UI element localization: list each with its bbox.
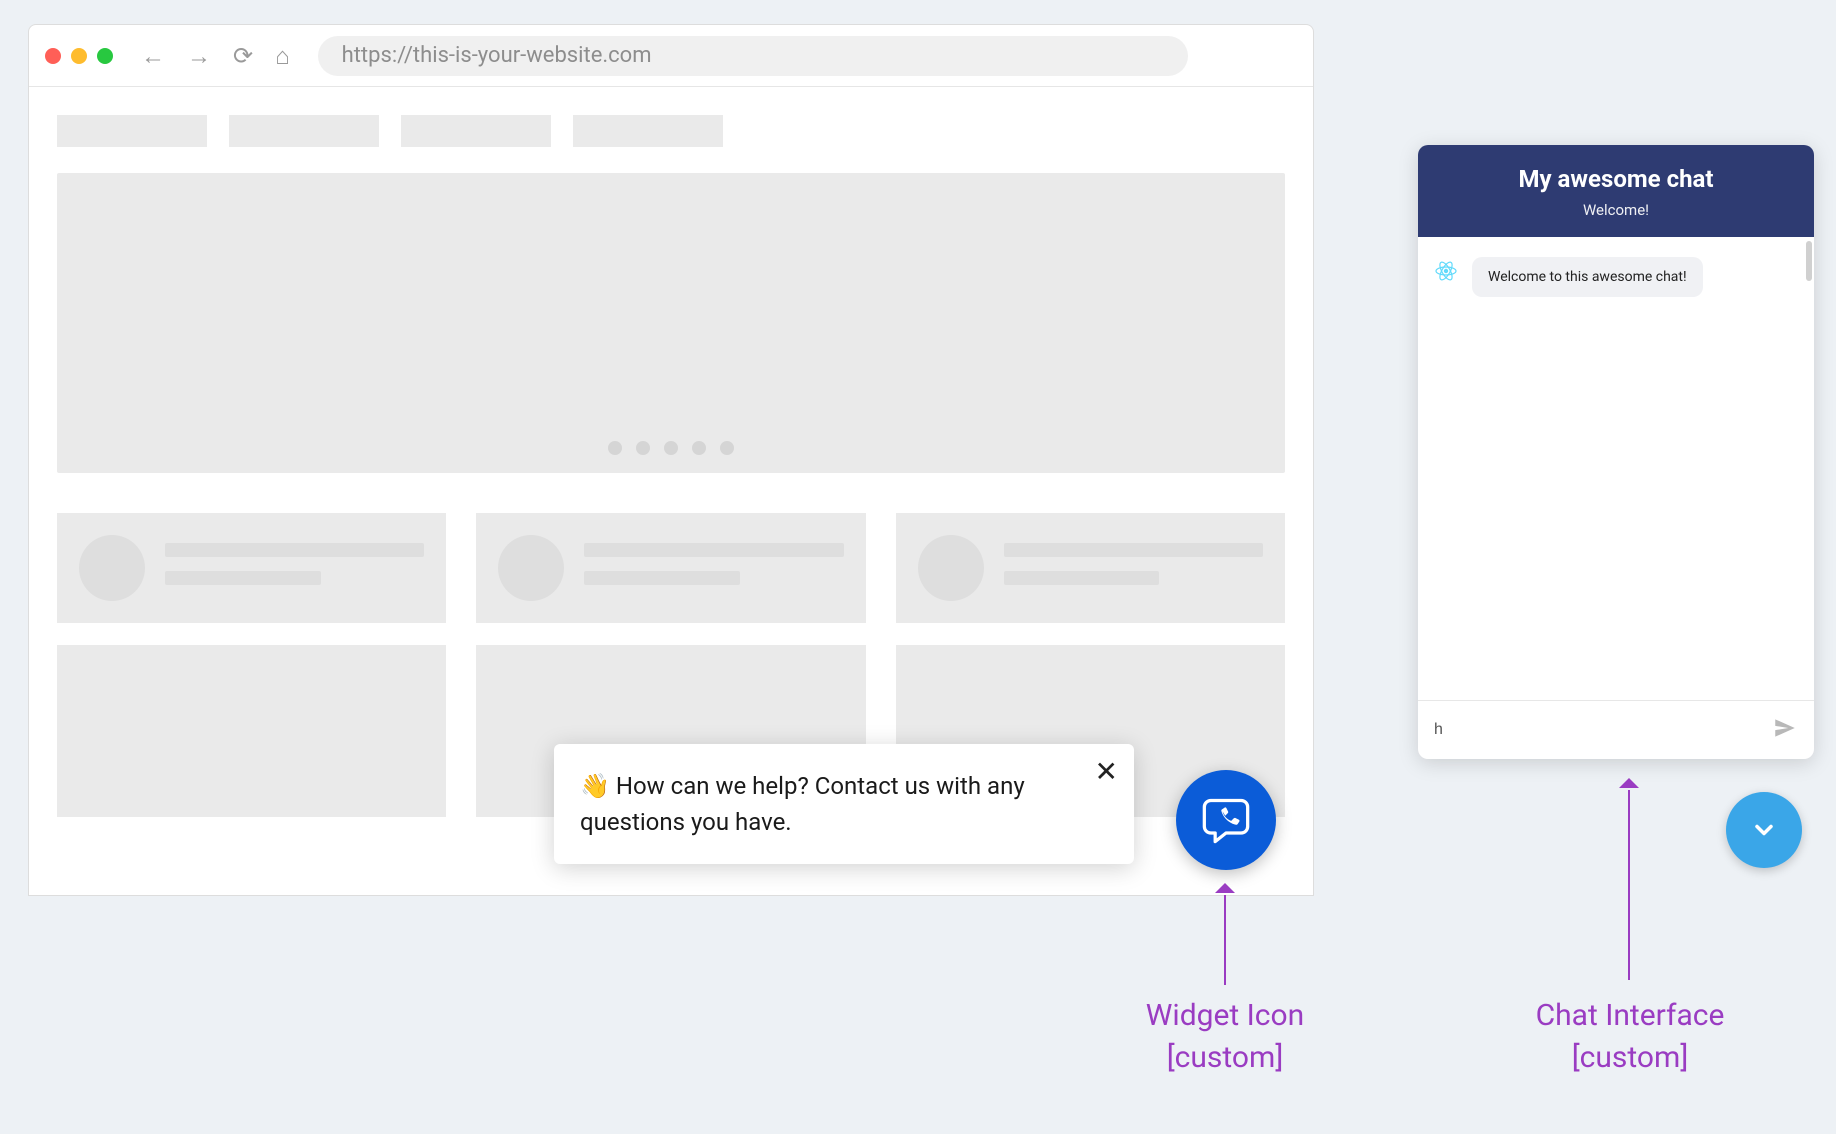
annotation-label-chat: Chat Interface [custom] — [1480, 995, 1780, 1079]
chevron-down-icon — [1750, 816, 1778, 844]
carousel-dots — [608, 441, 734, 455]
skeleton-card — [476, 513, 865, 623]
skeleton-block — [57, 115, 207, 147]
skeleton-card — [57, 513, 446, 623]
dot-icon[interactable] — [720, 441, 734, 455]
annotation-arrow — [1224, 895, 1226, 985]
line-skeleton — [1004, 571, 1160, 585]
skeleton-block — [401, 115, 551, 147]
avatar-skeleton — [79, 535, 145, 601]
line-skeleton — [584, 543, 843, 557]
chat-input-row — [1418, 700, 1814, 759]
chat-text-input[interactable] — [1434, 721, 1762, 739]
chat-widget-launcher[interactable] — [1176, 770, 1276, 870]
dot-icon[interactable] — [692, 441, 706, 455]
hero-skeleton — [57, 173, 1285, 473]
chat-interface: My awesome chat Welcome! Welcome to this… — [1418, 145, 1814, 759]
dot-icon[interactable] — [608, 441, 622, 455]
label-line2: [custom] — [1480, 1037, 1780, 1079]
avatar-skeleton — [918, 535, 984, 601]
line-skeleton — [584, 571, 740, 585]
line-skeleton — [165, 543, 424, 557]
chat-header: My awesome chat Welcome! — [1418, 145, 1814, 237]
wave-icon: 👋 — [580, 772, 616, 800]
send-button[interactable] — [1772, 715, 1798, 745]
label-line1: Chat Interface — [1480, 995, 1780, 1037]
label-line2: [custom] — [1070, 1037, 1380, 1079]
bot-message-bubble: Welcome to this awesome chat! — [1472, 257, 1703, 297]
skeleton-block — [573, 115, 723, 147]
dot-icon[interactable] — [636, 441, 650, 455]
traffic-lights — [45, 48, 113, 64]
forward-icon[interactable]: → — [187, 44, 211, 68]
skeleton-card — [57, 645, 446, 817]
chat-bubble-phone-icon — [1200, 794, 1252, 846]
line-skeleton — [165, 571, 321, 585]
nav-icons: ← → ⟳ ⌂ — [141, 44, 290, 68]
line-skeleton — [1004, 543, 1263, 557]
annotation-label-widget: Widget Icon [custom] — [1070, 995, 1380, 1079]
chat-title: My awesome chat — [1428, 165, 1804, 193]
cards-row — [57, 513, 1285, 623]
close-window-icon[interactable] — [45, 48, 61, 64]
browser-toolbar: ← → ⟳ ⌂ https://this-is-your-website.com — [29, 25, 1313, 87]
chat-messages: Welcome to this awesome chat! — [1418, 237, 1814, 700]
annotation-arrow — [1628, 790, 1630, 980]
nav-skeleton — [57, 115, 1285, 147]
chat-subtitle: Welcome! — [1428, 201, 1804, 219]
chat-teaser-popup: ✕ 👋 How can we help? Contact us with any… — [554, 744, 1134, 864]
reload-icon[interactable]: ⟳ — [233, 44, 253, 68]
maximize-window-icon[interactable] — [97, 48, 113, 64]
skeleton-card — [896, 513, 1285, 623]
minimize-window-icon[interactable] — [71, 48, 87, 64]
close-icon[interactable]: ✕ — [1095, 758, 1118, 786]
dot-icon[interactable] — [664, 441, 678, 455]
popup-text: 👋 How can we help? Contact us with any q… — [580, 768, 1074, 840]
chat-minimize-button[interactable] — [1726, 792, 1802, 868]
url-text: https://this-is-your-website.com — [342, 43, 652, 68]
page-skeleton — [29, 87, 1313, 845]
skeleton-block — [229, 115, 379, 147]
popup-message: How can we help? Contact us with any que… — [580, 772, 1025, 836]
message-row: Welcome to this awesome chat! — [1432, 257, 1800, 297]
home-icon[interactable]: ⌂ — [275, 44, 290, 68]
avatar-skeleton — [498, 535, 564, 601]
bot-avatar-icon — [1432, 257, 1460, 285]
back-icon[interactable]: ← — [141, 44, 165, 68]
label-line1: Widget Icon — [1070, 995, 1380, 1037]
address-bar[interactable]: https://this-is-your-website.com — [318, 36, 1188, 76]
send-icon — [1772, 715, 1798, 741]
